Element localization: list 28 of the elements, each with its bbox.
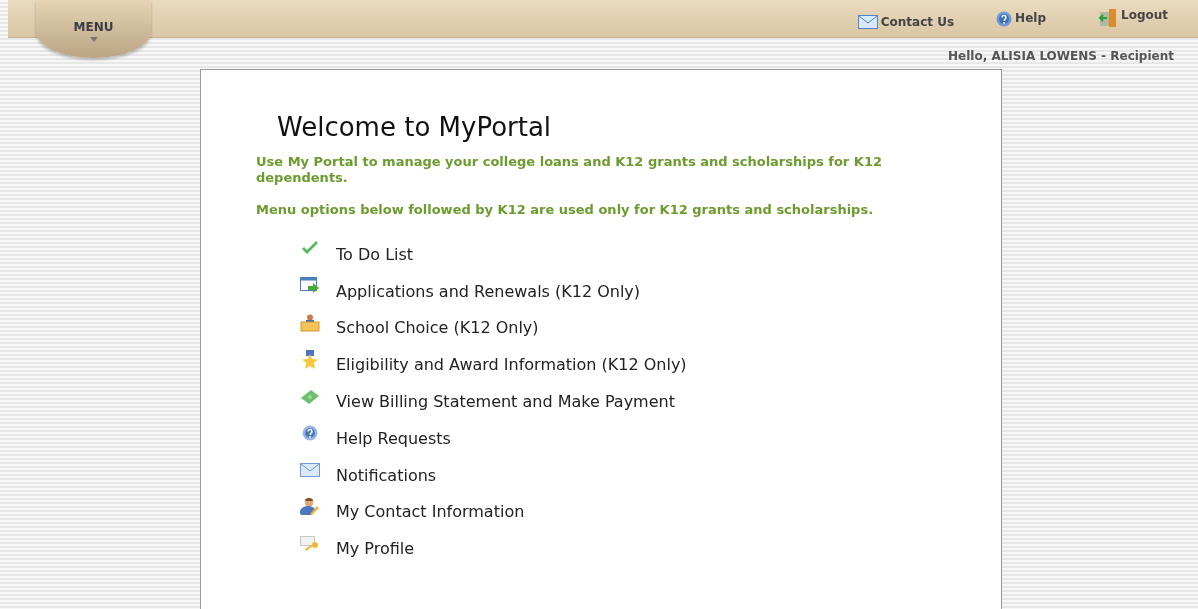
- menu-link[interactable]: My Profile: [336, 539, 415, 559]
- envelope-icon: [300, 463, 320, 478]
- menu-link[interactable]: Eligibility and Award Information (K12 Only): [336, 355, 687, 375]
- window-arrow-icon: [300, 277, 320, 296]
- menu-link[interactable]: View Billing Statement and Make Payment: [336, 392, 675, 412]
- greeting-text: Hello, ALISIA LOWENS - Recipient: [948, 49, 1174, 65]
- envelope-icon: [857, 14, 878, 29]
- menu-link[interactable]: My Contact Information: [336, 502, 525, 522]
- note-text: Menu options below followed by K12 are used only for K12 grants and scholarships.: [256, 202, 875, 218]
- intro-text: Use My Portal to manage your college loans and K12 grants and scholarships for K12 dependents.: [256, 154, 883, 186]
- medal-star-icon: [300, 349, 320, 370]
- menu-link[interactable]: Notifications: [336, 465, 437, 485]
- help-icon: [996, 11, 1013, 27]
- door-arrow-icon: [1098, 8, 1118, 28]
- menu-link[interactable]: Help Requests: [336, 428, 451, 448]
- logout-link[interactable]: Logout: [1098, 0, 1168, 37]
- menu-link[interactable]: School Choice (K12 Only): [336, 318, 539, 338]
- banknote-icon: [300, 388, 320, 405]
- card-key-icon: [300, 535, 320, 552]
- person-pencil-icon: [300, 497, 320, 516]
- menu-tab[interactable]: MENU: [36, 0, 151, 58]
- person-folder-icon: [300, 314, 320, 332]
- help-icon: [300, 425, 320, 442]
- contact-link[interactable]: Contact Us: [857, 0, 955, 37]
- page-title: Welcome to MyPortal: [277, 112, 553, 142]
- menu-link[interactable]: Applications and Renewals (K12 Only): [336, 281, 641, 301]
- menu-link[interactable]: To Do List: [336, 244, 414, 264]
- help-link[interactable]: Help: [996, 0, 1046, 37]
